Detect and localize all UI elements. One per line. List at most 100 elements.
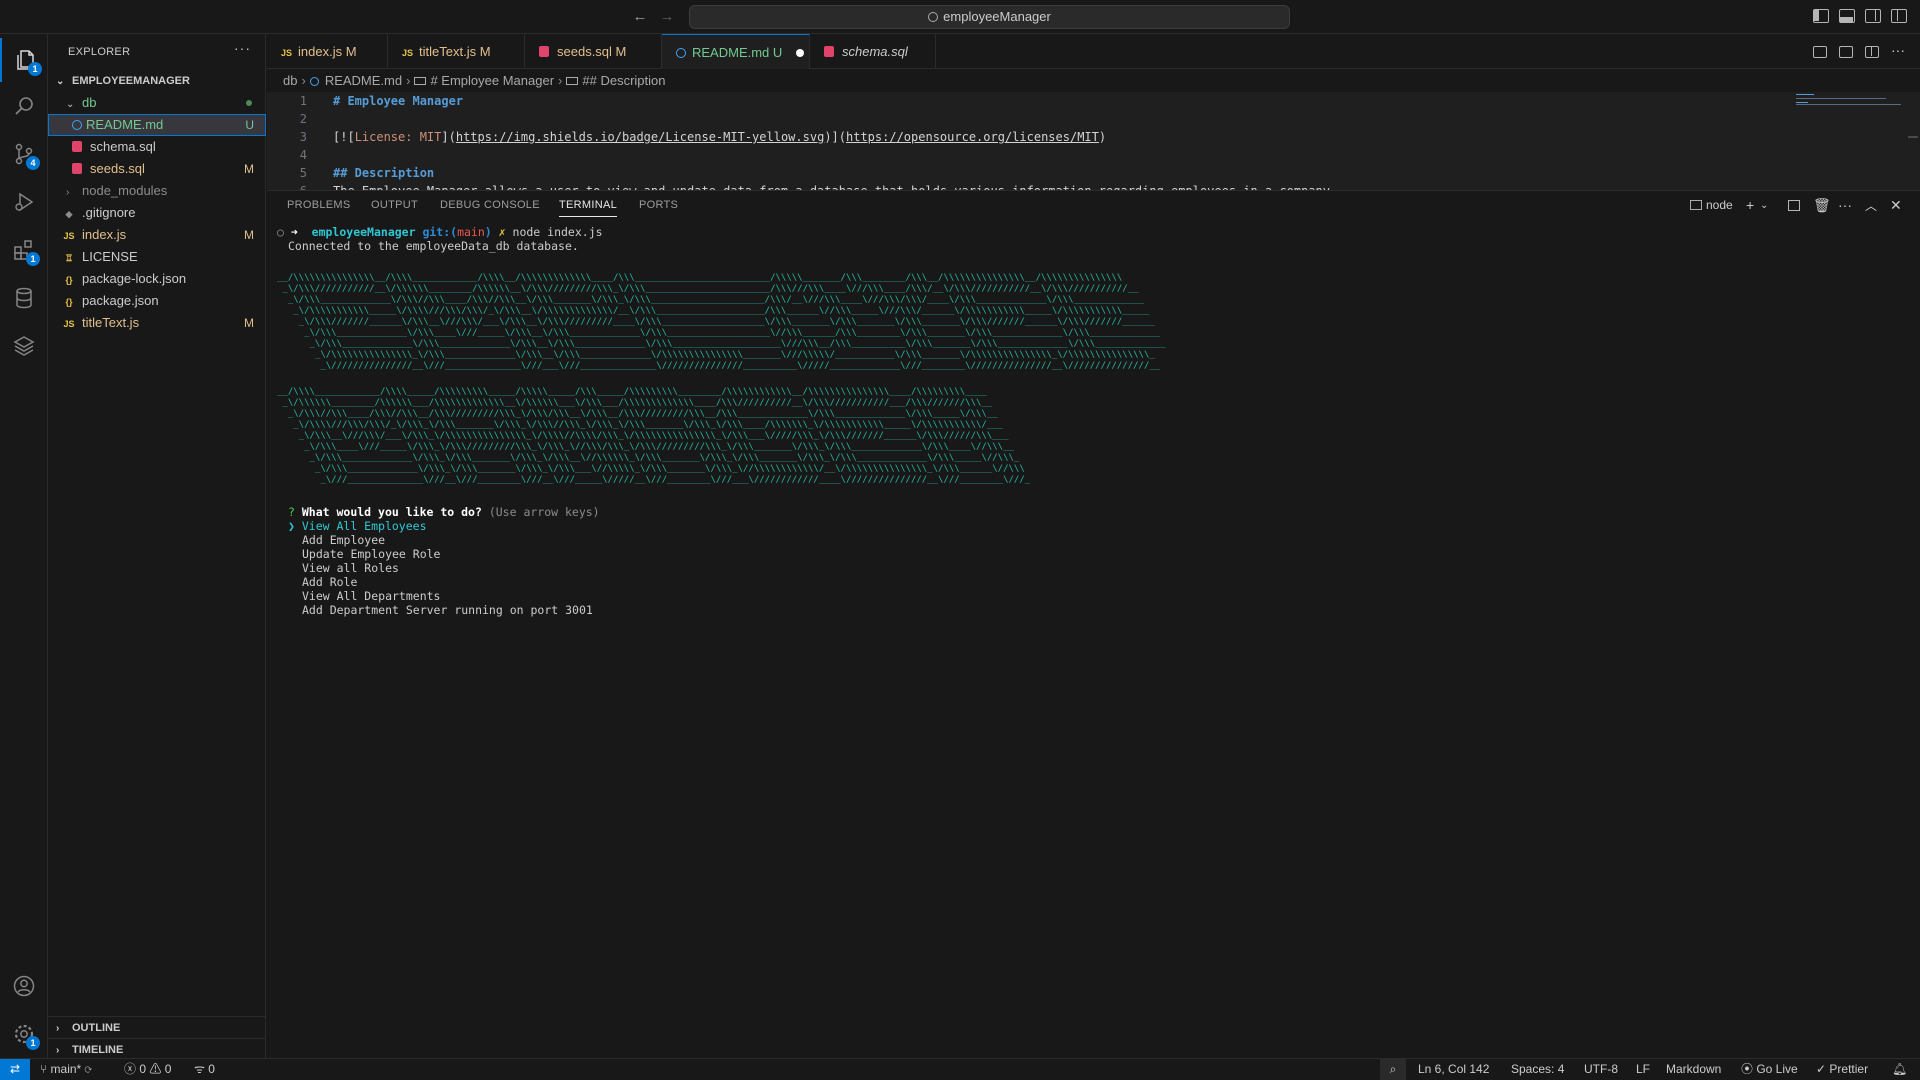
tab-titletext-js[interactable]: JS titleText.js M	[388, 34, 525, 69]
tab-ports[interactable]: PORTS	[639, 199, 678, 211]
more-actions-icon[interactable]: ···	[1891, 42, 1905, 58]
command-center-search[interactable]: employeeManager	[689, 5, 1290, 29]
database-file-icon	[824, 46, 834, 57]
language-mode[interactable]: Markdown	[1666, 1059, 1721, 1080]
end-of-line[interactable]: LF	[1636, 1059, 1650, 1080]
code-editor[interactable]: 1 # Employee Manager 2 3 [![License: MIT](…	[267, 92, 1920, 190]
breadcrumb-h2[interactable]: ## Description	[582, 73, 665, 88]
toggle-primary-sidebar-icon[interactable]	[1813, 9, 1829, 23]
trash-icon[interactable]: 🗑	[1813, 197, 1831, 214]
tab-readme-md[interactable]: README.md U	[662, 34, 810, 69]
tree-file-package[interactable]: {} package.json	[48, 290, 266, 312]
timeline-label: TIMELINE	[72, 1044, 124, 1056]
project-folder-header[interactable]: ⌄ EMPLOYEEMANAGER	[48, 70, 266, 92]
tree-label: LICENSE	[82, 249, 138, 264]
tree-label: seeds.sql	[90, 161, 145, 176]
code-line: 3 [![License: MIT](https://img.shields.io…	[267, 128, 1920, 146]
customize-layout-icon[interactable]	[1891, 9, 1907, 23]
file-tree: ⌄ db README.md U schema.sql seeds.sql M ›…	[48, 92, 266, 334]
layers-activity[interactable]	[0, 324, 48, 368]
zoom-icon[interactable]: ⌕	[1380, 1059, 1406, 1080]
bell-icon[interactable]: 🔔︎	[1892, 1059, 1907, 1080]
sidebar-more-actions[interactable]: ···	[234, 40, 251, 56]
close-icon[interactable]: ✕	[1890, 197, 1902, 214]
ports-indicator[interactable]: ᯤ 0	[194, 1059, 215, 1080]
tab-schema-sql[interactable]: schema.sql	[810, 34, 936, 69]
back-arrow-icon[interactable]: ←	[630, 7, 650, 27]
open-changes-icon[interactable]	[1813, 46, 1827, 58]
unsaved-dot-icon[interactable]	[796, 49, 805, 57]
tab-index-js[interactable]: JS index.js M	[267, 34, 388, 69]
database-activity[interactable]	[0, 276, 48, 320]
menu-option-selected[interactable]: ❯ View All Employees	[288, 519, 600, 533]
breadcrumb-root[interactable]: db	[283, 73, 297, 88]
breadcrumb-h1[interactable]: # Employee Manager	[430, 73, 554, 88]
search-activity[interactable]	[0, 84, 48, 128]
maximize-panel-icon[interactable]: ︿	[1865, 197, 1877, 214]
cursor-position[interactable]: Ln 6, Col 142	[1418, 1059, 1489, 1080]
menu-option[interactable]: Add Employee	[288, 533, 600, 547]
code-text: # Employee Manager	[333, 94, 464, 108]
code-line: 6 The Employee Manager allows a user to v…	[267, 182, 1920, 190]
go-live-button[interactable]: ⦿ Go Live	[1741, 1059, 1798, 1080]
line-number: 6	[267, 182, 307, 190]
remote-indicator[interactable]: ⇄	[0, 1059, 30, 1080]
menu-option[interactable]: Add Department Server running on port 30…	[288, 603, 600, 617]
toggle-panel-icon[interactable]	[1839, 9, 1855, 23]
indentation[interactable]: Spaces: 4	[1511, 1059, 1564, 1080]
tab-problems[interactable]: PROBLEMS	[287, 199, 351, 211]
git-status-modified: M	[244, 316, 254, 330]
md-punct: )	[1098, 130, 1107, 144]
menu-option[interactable]: Update Employee Role	[288, 547, 600, 561]
toggle-secondary-sidebar-icon[interactable]	[1865, 9, 1881, 23]
code-text: ## Description	[333, 166, 435, 180]
manage-activity[interactable]: 1	[0, 1012, 48, 1056]
tree-file-seeds[interactable]: seeds.sql M	[48, 158, 266, 180]
tree-file-package-lock[interactable]: {} package-lock.json	[48, 268, 266, 290]
timeline-section[interactable]: › TIMELINE	[48, 1038, 266, 1060]
prettier-button[interactable]: ✓ Prettier	[1816, 1059, 1868, 1080]
forward-arrow-icon[interactable]: →	[657, 7, 677, 27]
branch-indicator[interactable]: ⑂ main* ⟳	[40, 1059, 92, 1080]
menu-option[interactable]: View all Roles	[288, 561, 600, 575]
terminal[interactable]: ○ ➜ employeeManager git:(main) ✗ node in…	[277, 225, 1887, 1045]
split-editor-icon[interactable]	[1865, 46, 1879, 58]
outline-section[interactable]: › OUTLINE	[48, 1016, 266, 1038]
scrollbar-thumb[interactable]	[1908, 136, 1918, 138]
problems-indicator[interactable]: ⓧ 0 ⚠ 0	[124, 1059, 171, 1080]
terminal-output-line: Connected to the employeeData_db databas…	[288, 239, 579, 253]
chevron-down-icon[interactable]: ⌄	[1760, 200, 1768, 211]
git-status-modified: M	[244, 228, 254, 242]
accounts-activity[interactable]	[0, 964, 48, 1008]
tree-file-gitignore[interactable]: ◆ .gitignore	[48, 202, 266, 224]
menu-option[interactable]: Add Role	[288, 575, 600, 589]
tree-file-schema[interactable]: schema.sql	[48, 136, 266, 158]
warning-icon: ⚠	[149, 1062, 165, 1076]
minimap[interactable]	[1796, 92, 1918, 190]
tree-folder-node-modules[interactable]: › node_modules	[48, 180, 266, 202]
breadcrumb-file[interactable]: README.md	[325, 73, 402, 88]
terminal-instance[interactable]: node	[1690, 198, 1733, 212]
tree-file-license[interactable]: ♖ LICENSE	[48, 246, 266, 268]
tab-terminal[interactable]: TERMINAL	[559, 199, 618, 217]
explorer-activity[interactable]: 1	[0, 38, 48, 82]
source-control-activity[interactable]: 4	[0, 132, 48, 176]
tab-debug-console[interactable]: DEBUG CONSOLE	[440, 199, 540, 211]
open-preview-icon[interactable]	[1839, 46, 1853, 58]
tree-file-titletext[interactable]: JS titleText.js M	[48, 312, 266, 334]
tree-file-readme[interactable]: README.md U	[48, 114, 266, 136]
tab-seeds-sql[interactable]: seeds.sql M	[525, 34, 662, 69]
run-debug-activity[interactable]	[0, 180, 48, 224]
tree-folder-db[interactable]: ⌄ db	[48, 92, 266, 114]
tab-output[interactable]: OUTPUT	[371, 199, 418, 211]
prompt-circle-icon: ○	[277, 225, 291, 239]
new-terminal-icon[interactable]: +	[1746, 197, 1754, 213]
menu-option[interactable]: View All Departments	[288, 589, 600, 603]
more-actions-icon[interactable]: ···	[1838, 197, 1852, 213]
md-url[interactable]: https://opensource.org/licenses/MIT	[846, 130, 1099, 144]
encoding[interactable]: UTF-8	[1584, 1059, 1618, 1080]
tree-file-index[interactable]: JS index.js M	[48, 224, 266, 246]
md-url[interactable]: https://img.shields.io/badge/License-MIT…	[456, 130, 824, 144]
extensions-activity[interactable]: 1	[0, 228, 48, 272]
split-terminal-icon[interactable]	[1788, 200, 1800, 211]
